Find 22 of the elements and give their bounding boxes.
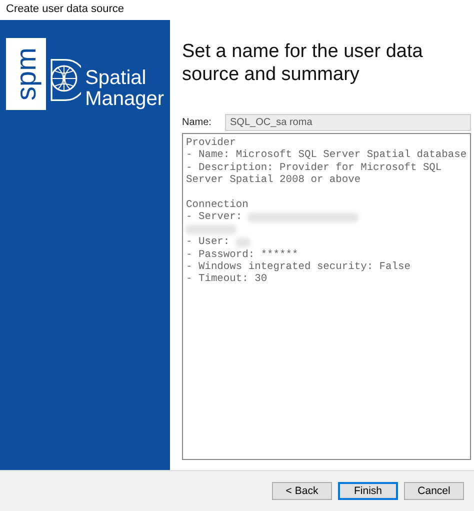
redacted-value bbox=[236, 238, 250, 247]
brand-name: Spatial bbox=[85, 68, 148, 89]
summary-line: Provider bbox=[186, 137, 236, 150]
summary-line: - Windows integrated security: False bbox=[186, 260, 410, 274]
dialog-button[interactable]: Finish bbox=[338, 482, 398, 500]
brand-name: Manager bbox=[85, 89, 164, 110]
summary-line: - Name: Microsoft SQL Server Spatial database bbox=[186, 149, 467, 162]
summary-line: Connection bbox=[186, 198, 248, 212]
redacted-value bbox=[186, 225, 236, 234]
summary-line: - Server: bbox=[186, 211, 242, 224]
logo-mark: spm bbox=[6, 38, 46, 110]
summary-box[interactable] bbox=[182, 133, 471, 460]
summary-line: - Timeout: 30 bbox=[186, 273, 268, 286]
summary-line: - Password: ****** bbox=[186, 248, 298, 261]
summary-line: Server Spatial 2008 or above bbox=[186, 174, 361, 187]
field-label: Name: bbox=[182, 117, 212, 128]
window-title: Create user data source bbox=[5, 2, 126, 17]
summary-line: - Description: Provider for Microsoft SQL bbox=[186, 162, 442, 174]
dialog-button[interactable]: Cancel bbox=[404, 482, 464, 500]
summary-line: - User: bbox=[186, 236, 230, 249]
dialog-button[interactable]: < Back bbox=[272, 482, 332, 500]
page-heading: Set a name for the user data source and summary bbox=[182, 40, 424, 87]
